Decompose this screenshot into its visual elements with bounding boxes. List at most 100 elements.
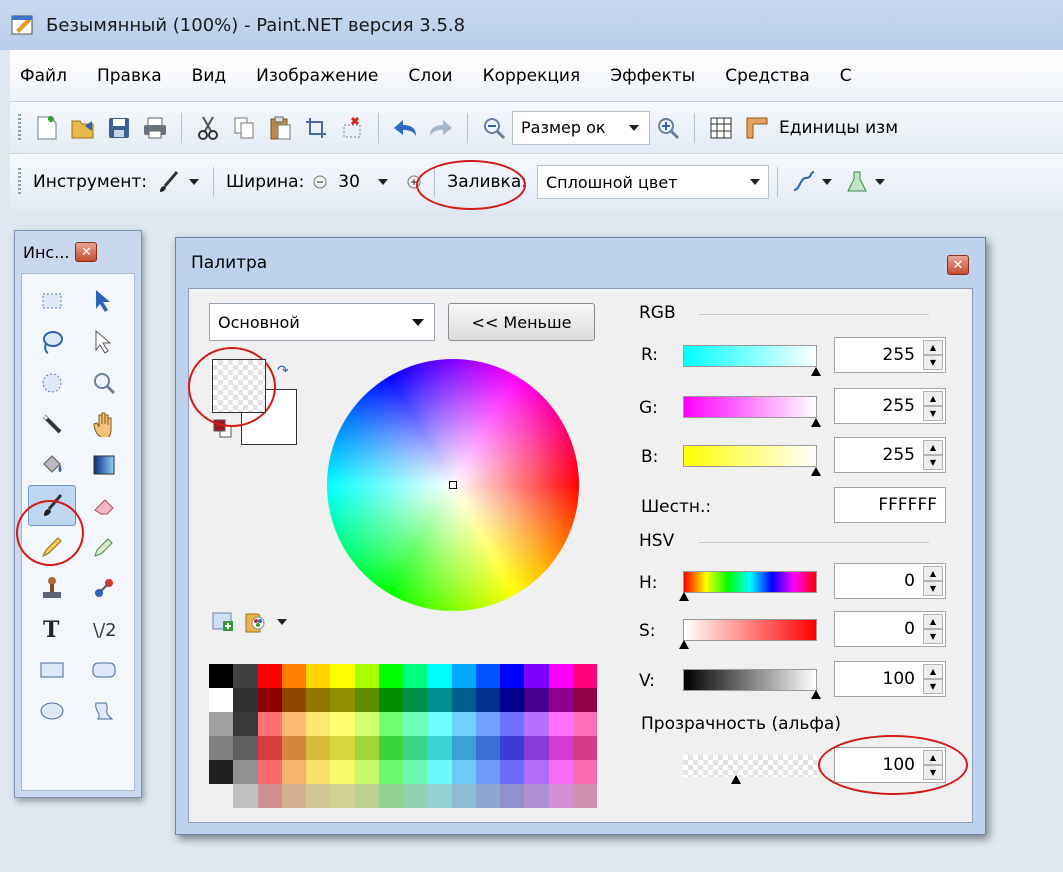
- less-button[interactable]: << Меньше: [448, 303, 595, 341]
- lasso-select-icon[interactable]: [28, 321, 76, 362]
- value-spinner[interactable]: ▲ ▼: [923, 664, 943, 694]
- palette-swatch[interactable]: [403, 760, 428, 784]
- palette-swatch[interactable]: [209, 712, 234, 736]
- primary-color-swatch[interactable]: [212, 359, 266, 413]
- palette-swatch[interactable]: [524, 736, 549, 760]
- fill-dropdown[interactable]: Сплошной цвет: [536, 165, 769, 199]
- palette-swatch[interactable]: [233, 688, 258, 712]
- move-selected-pixels-icon[interactable]: [80, 280, 128, 321]
- chevron-down-icon[interactable]: [188, 179, 199, 185]
- palette-swatch[interactable]: [403, 664, 428, 688]
- rectangle-select-icon[interactable]: [28, 280, 76, 321]
- palette-swatch[interactable]: [500, 664, 525, 688]
- palette-swatch[interactable]: [306, 736, 331, 760]
- rectangle-shape-icon[interactable]: [28, 649, 76, 690]
- ellipse-select-icon[interactable]: [28, 362, 76, 403]
- palette-swatch[interactable]: [572, 688, 597, 712]
- deselect-icon[interactable]: [337, 113, 367, 143]
- palette-swatch[interactable]: [257, 688, 282, 712]
- menu-window[interactable]: С: [840, 66, 852, 86]
- zoom-out-icon[interactable]: [479, 113, 509, 143]
- palette-swatch[interactable]: [548, 664, 573, 688]
- palette-swatch[interactable]: [306, 760, 331, 784]
- hue-spinner[interactable]: ▲ ▼: [923, 566, 943, 596]
- palette-swatch[interactable]: [209, 688, 234, 712]
- saturation-slider-handle[interactable]: [679, 640, 689, 649]
- palette-swatch[interactable]: [500, 760, 525, 784]
- palette-swatch[interactable]: [330, 664, 355, 688]
- blue-input[interactable]: 255 ▲ ▼: [834, 437, 946, 473]
- color-wheel[interactable]: [327, 359, 579, 611]
- alpha-slider[interactable]: [683, 755, 817, 777]
- print-icon[interactable]: [140, 113, 170, 143]
- palette-swatch[interactable]: [233, 784, 258, 808]
- swap-colors-icon[interactable]: ↷: [277, 363, 289, 379]
- palette-swatch[interactable]: [475, 736, 500, 760]
- hue-slider-handle[interactable]: [679, 592, 689, 601]
- palette-swatch[interactable]: [354, 760, 379, 784]
- palette-swatch[interactable]: [427, 736, 452, 760]
- move-selection-icon[interactable]: [80, 321, 128, 362]
- palette-swatch[interactable]: [257, 784, 282, 808]
- saturation-slider[interactable]: [683, 619, 817, 641]
- red-slider-handle[interactable]: [811, 367, 821, 376]
- toolbar-grip[interactable]: [18, 168, 21, 196]
- palette-swatch[interactable]: [209, 736, 234, 760]
- menu-layers[interactable]: Слои: [408, 66, 452, 86]
- palette-swatch[interactable]: [378, 688, 403, 712]
- palette-swatch[interactable]: [548, 784, 573, 808]
- palette-swatch[interactable]: [257, 760, 282, 784]
- palette-swatch[interactable]: [306, 664, 331, 688]
- palette-swatch[interactable]: [354, 664, 379, 688]
- close-icon[interactable]: ✕: [75, 242, 98, 262]
- green-slider-handle[interactable]: [811, 418, 821, 427]
- freeform-shape-icon[interactable]: [80, 690, 128, 731]
- palette-swatch[interactable]: [548, 736, 573, 760]
- palette-swatch[interactable]: [548, 688, 573, 712]
- pencil-icon[interactable]: [28, 526, 76, 567]
- close-icon[interactable]: ✕: [947, 255, 969, 275]
- palette-swatch[interactable]: [233, 760, 258, 784]
- pan-hand-icon[interactable]: [80, 403, 128, 444]
- palette-swatch[interactable]: [330, 784, 355, 808]
- text-tool-icon[interactable]: T: [28, 608, 76, 649]
- menu-file[interactable]: Файл: [20, 66, 67, 86]
- palette-swatch[interactable]: [233, 664, 258, 688]
- palette-swatch[interactable]: [354, 784, 379, 808]
- blue-slider[interactable]: [683, 445, 817, 467]
- palette-swatch[interactable]: [403, 784, 428, 808]
- palette-swatch[interactable]: [306, 784, 331, 808]
- menu-utilities[interactable]: Средства: [725, 66, 810, 86]
- red-spinner[interactable]: ▲ ▼: [923, 340, 943, 370]
- eraser-icon[interactable]: [80, 485, 128, 526]
- palette-swatch[interactable]: [548, 760, 573, 784]
- hue-input[interactable]: 0 ▲ ▼: [834, 563, 946, 599]
- palette-swatch[interactable]: [233, 712, 258, 736]
- palette-swatch[interactable]: [281, 664, 306, 688]
- alpha-spinner[interactable]: ▲ ▼: [923, 750, 943, 780]
- palette-swatch[interactable]: [427, 712, 452, 736]
- recolor-icon[interactable]: [80, 567, 128, 608]
- palette-swatch[interactable]: [475, 712, 500, 736]
- palette-swatch[interactable]: [257, 736, 282, 760]
- menu-image[interactable]: Изображение: [256, 66, 378, 86]
- red-slider[interactable]: [683, 345, 817, 367]
- undo-icon[interactable]: [390, 113, 420, 143]
- blue-spinner[interactable]: ▲ ▼: [923, 440, 943, 470]
- palette-swatch[interactable]: [475, 760, 500, 784]
- menu-view[interactable]: Вид: [192, 66, 226, 86]
- palette-swatch[interactable]: [500, 688, 525, 712]
- palette-swatch[interactable]: [524, 688, 549, 712]
- palette-swatch[interactable]: [572, 784, 597, 808]
- palette-swatch[interactable]: [572, 664, 597, 688]
- width-decrease-icon[interactable]: [311, 167, 329, 197]
- palette-swatch[interactable]: [524, 784, 549, 808]
- value-input[interactable]: 100 ▲ ▼: [834, 661, 946, 697]
- redo-icon[interactable]: [426, 113, 456, 143]
- rounded-rectangle-icon[interactable]: [80, 649, 128, 690]
- palette-swatch[interactable]: [330, 760, 355, 784]
- palette-swatch[interactable]: [233, 736, 258, 760]
- palette-swatch[interactable]: [209, 664, 234, 688]
- gradient-icon[interactable]: [80, 444, 128, 485]
- palette-swatch[interactable]: [281, 736, 306, 760]
